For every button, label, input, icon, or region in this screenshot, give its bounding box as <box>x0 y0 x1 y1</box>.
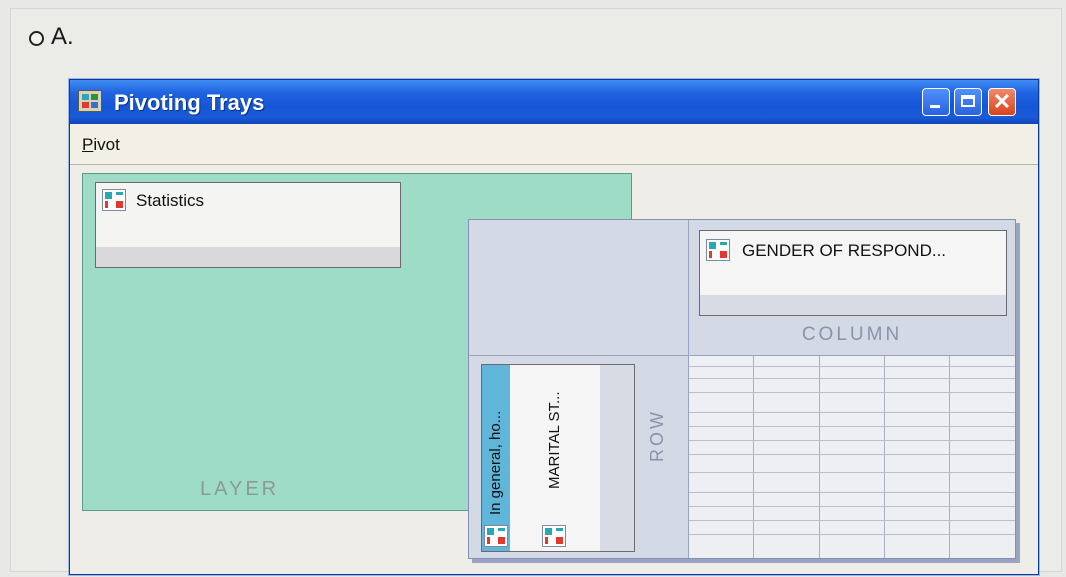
grid-vline <box>949 356 950 558</box>
menu-item-pivot[interactable]: Pivot <box>82 135 120 155</box>
grid-hline <box>689 426 1015 427</box>
row-item-general-chip[interactable]: In general, ho... <box>482 365 510 551</box>
grid-hline <box>689 412 1015 413</box>
close-button[interactable]: ✕ <box>988 88 1016 116</box>
grid-hline <box>689 506 1015 507</box>
gender-dimension-icon <box>706 239 730 261</box>
grid-hline <box>689 534 1015 535</box>
grid-vline <box>753 356 754 558</box>
close-icon: ✕ <box>992 89 1012 114</box>
menu-bar: Pivot <box>70 124 1038 165</box>
pivot-app-icon <box>78 90 102 112</box>
column-item-gender[interactable]: GENDER OF RESPOND... <box>742 241 946 261</box>
column-tray-label: COLUMN <box>801 324 903 345</box>
grid-vline <box>819 356 820 558</box>
layer-well-stripe <box>96 247 400 267</box>
column-tray[interactable]: GENDER OF RESPOND... COLUMN <box>689 220 1015 356</box>
row-well: In general, ho... MARITAL ST... <box>481 364 635 552</box>
grid-hline <box>689 492 1015 493</box>
pivoting-trays-window: Pivoting Trays ✕ Pivot Statistics LAYER … <box>69 79 1039 575</box>
grid-hline <box>689 454 1015 455</box>
maximize-icon <box>961 95 975 107</box>
grid-corner <box>469 220 689 356</box>
window-titlebar[interactable]: Pivoting Trays ✕ <box>70 80 1038 124</box>
menu-pivot-rest: ivot <box>93 135 120 154</box>
row-item-marital: MARITAL ST... <box>546 391 563 489</box>
row-tray-label: ROW <box>647 409 667 462</box>
grid-vline <box>884 356 885 558</box>
marital-dimension-icon <box>542 525 566 547</box>
row-item-marital-chip[interactable]: MARITAL ST... <box>540 365 570 551</box>
layer-well: Statistics <box>95 182 401 268</box>
option-label: A. <box>51 23 74 50</box>
pivot-grid-panel: GENDER OF RESPOND... COLUMN In general, … <box>468 219 1016 559</box>
minimize-button[interactable] <box>922 88 950 116</box>
layer-tray-label: LAYER <box>200 478 280 500</box>
window-title: Pivoting Trays <box>114 90 265 115</box>
data-grid <box>689 356 1015 558</box>
grid-hline <box>689 520 1015 521</box>
pivot-client-area: Statistics LAYER GENDER OF RESPOND... CO… <box>70 165 1038 574</box>
grid-hline <box>689 378 1015 379</box>
layer-item-statistics[interactable]: Statistics <box>136 191 204 211</box>
menu-pivot-mnemonic: P <box>82 135 94 154</box>
maximize-button[interactable] <box>954 88 982 116</box>
grid-hline <box>689 440 1015 441</box>
grid-hline <box>689 472 1015 473</box>
column-well: GENDER OF RESPOND... <box>699 230 1007 316</box>
column-well-stripe <box>700 295 1006 315</box>
row-well-stripe <box>600 365 634 551</box>
grid-hline <box>689 366 1015 367</box>
grid-hline <box>689 392 1015 393</box>
minimize-icon <box>930 105 940 108</box>
row-tray[interactable]: In general, ho... MARITAL ST... ROW <box>469 356 689 558</box>
general-dimension-icon <box>484 525 508 547</box>
question-option-frame: A. Pivoting Trays ✕ Pivot Statistics LAY… <box>10 8 1062 575</box>
row-item-general: In general, ho... <box>487 410 504 515</box>
option-radio-button[interactable] <box>29 31 44 46</box>
statistics-dimension-icon <box>102 189 126 211</box>
